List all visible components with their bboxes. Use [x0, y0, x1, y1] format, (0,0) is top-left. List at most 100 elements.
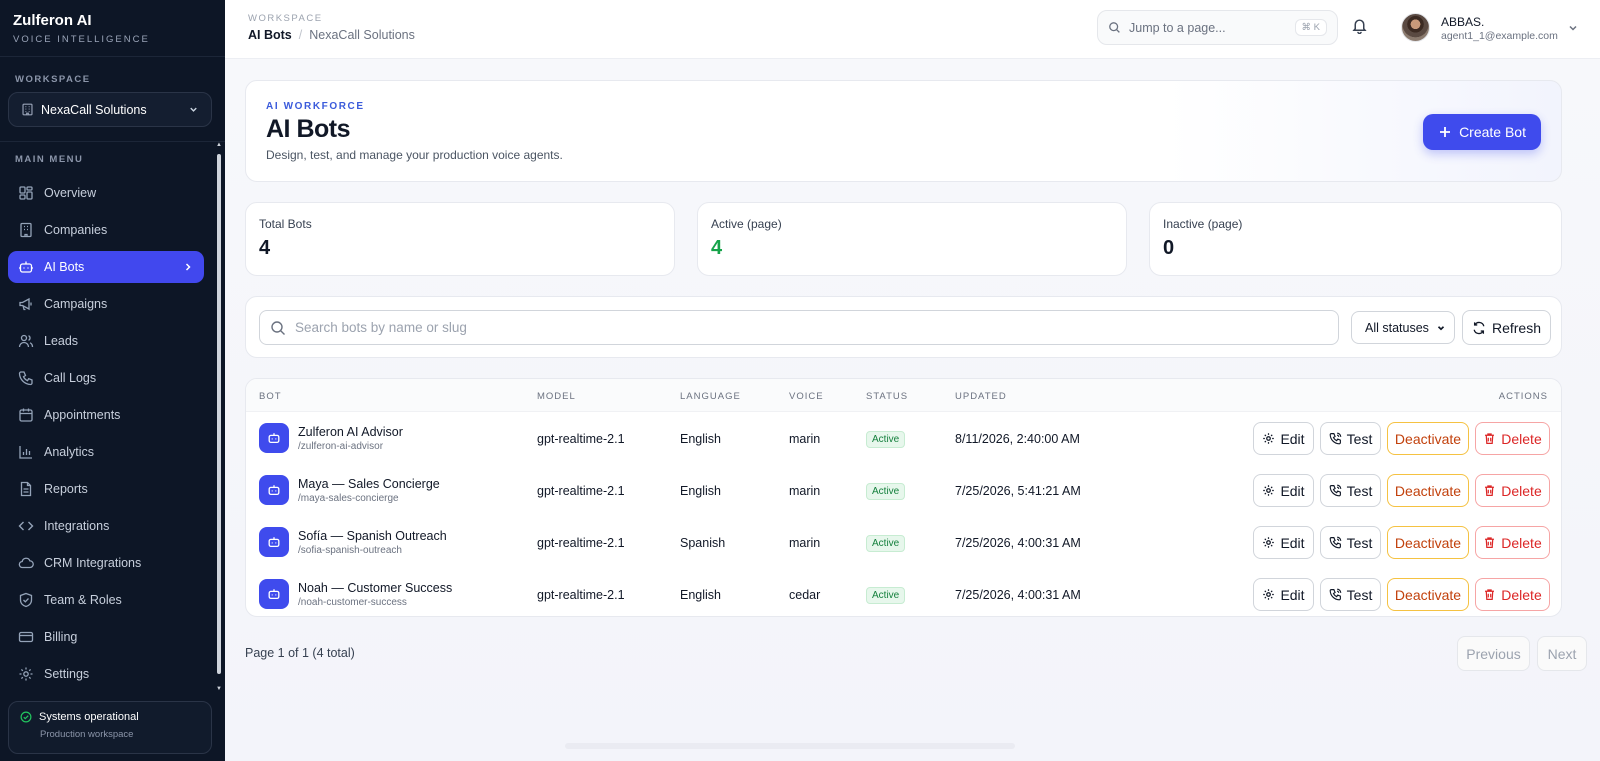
edit-label: Edit	[1280, 430, 1305, 447]
bot-name[interactable]: Zulferon AI Advisor	[298, 425, 403, 439]
notifications-button[interactable]	[1351, 17, 1368, 39]
bot-model: gpt-realtime-2.1	[537, 588, 625, 602]
bot-name[interactable]: Sofía — Spanish Outreach	[298, 529, 447, 543]
user-name[interactable]: ABBAS.	[1441, 15, 1484, 29]
edit-button[interactable]: Edit	[1253, 526, 1314, 559]
delete-label: Delete	[1501, 534, 1542, 551]
keyboard-shortcut: ⌘ K	[1294, 19, 1327, 36]
sidebar-item-overview[interactable]: Overview	[8, 177, 204, 209]
sidebar-item-appointments[interactable]: Appointments	[8, 399, 204, 431]
sidebar-item-integrations[interactable]: Integrations	[8, 510, 204, 542]
sidebar-item-label: Companies	[44, 223, 108, 237]
test-label: Test	[1346, 430, 1373, 447]
bot-name[interactable]: Noah — Customer Success	[298, 581, 452, 595]
edit-button[interactable]: Edit	[1253, 422, 1314, 455]
sidebar-item-team-roles[interactable]: Team & Roles	[8, 584, 204, 616]
sidebar-item-label: Billing	[44, 630, 78, 644]
jump-placeholder: Jump to a page...	[1129, 20, 1226, 35]
sidebar-item-campaigns[interactable]: Campaigns	[8, 288, 204, 320]
sidebar-item-analytics[interactable]: Analytics	[8, 436, 204, 468]
stat-label: Inactive (page)	[1163, 217, 1243, 231]
create-bot-button[interactable]: Create Bot	[1423, 114, 1541, 150]
delete-button[interactable]: Delete	[1475, 422, 1550, 455]
refresh-button[interactable]: Refresh	[1462, 310, 1551, 345]
sidebar-item-call-logs[interactable]: Call Logs	[8, 362, 204, 394]
code-icon	[18, 521, 34, 531]
table-row: Zulferon AI Advisor /zulferon-ai-advisor…	[246, 412, 1561, 464]
sidebar-item-settings[interactable]: Settings	[8, 658, 204, 690]
create-bot-label: Create Bot	[1459, 124, 1526, 140]
workspace-select[interactable]: NexaCall Solutions	[8, 92, 212, 127]
deactivate-label: Deactivate	[1394, 534, 1462, 551]
main-menu-label: MAIN MENU	[15, 154, 84, 165]
chevron-down-icon	[1437, 325, 1445, 330]
bot-avatar-icon	[259, 475, 289, 505]
sidebar-scrollbar[interactable]: ▲ ▼	[216, 142, 222, 692]
gear-icon	[1263, 485, 1275, 496]
sidebar-item-companies[interactable]: Companies	[8, 214, 204, 246]
delete-label: Delete	[1501, 586, 1542, 603]
column-header-model: MODEL	[537, 391, 576, 402]
sidebar: Zulferon AI VOICE INTELLIGENCE WORKSPACE…	[0, 0, 225, 761]
sidebar-item-reports[interactable]: Reports	[8, 473, 204, 505]
bot-avatar-icon	[259, 579, 289, 609]
sidebar-item-billing[interactable]: Billing	[8, 621, 204, 653]
phone-call-icon	[1329, 536, 1342, 549]
system-status: Systems operational	[20, 711, 200, 723]
sidebar-item-crm-integrations[interactable]: CRM Integrations	[8, 547, 204, 579]
bot-slug: /noah-customer-success	[298, 597, 407, 608]
deactivate-button[interactable]: Deactivate	[1387, 578, 1469, 611]
main-menu: Overview Companies AI Bots Campaigns Lea…	[8, 177, 204, 695]
test-button[interactable]: Test	[1320, 526, 1381, 559]
scroll-down-icon[interactable]: ▼	[216, 686, 222, 692]
bell-icon	[1352, 19, 1367, 35]
edit-button[interactable]: Edit	[1253, 578, 1314, 611]
status-badge: Active	[866, 535, 906, 552]
avatar[interactable]	[1401, 13, 1430, 42]
delete-button[interactable]: Delete	[1475, 526, 1550, 559]
deactivate-button[interactable]: Deactivate	[1387, 526, 1469, 559]
stat-card-total: Total Bots 4	[245, 202, 675, 276]
scrollbar-thumb[interactable]	[217, 154, 221, 674]
next-page-button[interactable]: Next	[1537, 636, 1587, 671]
credit-card-icon	[18, 631, 34, 643]
topbar: WORKSPACE AI Bots / NexaCall Solutions J…	[225, 0, 1600, 59]
stat-value: 4	[259, 237, 271, 259]
test-label: Test	[1346, 534, 1373, 551]
sidebar-item-label: Settings	[44, 667, 90, 681]
bot-voice: marin	[789, 536, 821, 550]
bot-search-input[interactable]: Search bots by name or slug	[259, 310, 1339, 345]
sidebar-item-label: Analytics	[44, 445, 95, 459]
bots-table: BOT MODEL LANGUAGE VOICE STATUS UPDATED …	[245, 378, 1562, 617]
sidebar-item-leads[interactable]: Leads	[8, 325, 204, 357]
page-header-card: AI WORKFORCE AI Bots Design, test, and m…	[245, 80, 1562, 182]
sidebar-item-label: Integrations	[44, 519, 110, 533]
scroll-up-icon[interactable]: ▲	[216, 142, 222, 148]
delete-label: Delete	[1501, 430, 1542, 447]
breadcrumb-current[interactable]: AI Bots	[248, 28, 292, 42]
breadcrumb-separator: /	[298, 28, 303, 42]
stat-card-inactive: Inactive (page) 0	[1149, 202, 1562, 276]
previous-page-button[interactable]: Previous	[1457, 636, 1530, 671]
bot-updated: 7/25/2026, 4:00:31 AM	[955, 588, 1081, 602]
chevron-down-icon[interactable]	[1567, 22, 1579, 34]
test-button[interactable]: Test	[1320, 422, 1381, 455]
sidebar-item-ai-bots[interactable]: AI Bots	[8, 251, 204, 283]
deactivate-button[interactable]: Deactivate	[1387, 474, 1469, 507]
delete-button[interactable]: Delete	[1475, 474, 1550, 507]
edit-button[interactable]: Edit	[1253, 474, 1314, 507]
workspace-label: WORKSPACE	[15, 74, 91, 85]
test-button[interactable]: Test	[1320, 474, 1381, 507]
jump-to-page-search[interactable]: Jump to a page... ⌘ K	[1097, 10, 1338, 45]
deactivate-button[interactable]: Deactivate	[1387, 422, 1469, 455]
column-header-actions: ACTIONS	[1498, 391, 1548, 402]
system-status-subtitle: Production workspace	[40, 729, 134, 740]
test-button[interactable]: Test	[1320, 578, 1381, 611]
breadcrumb-workspace[interactable]: NexaCall Solutions	[309, 28, 415, 42]
gear-icon	[1263, 433, 1275, 444]
bot-name[interactable]: Maya — Sales Concierge	[298, 477, 440, 491]
bar-chart-icon	[19, 446, 32, 459]
bot-model: gpt-realtime-2.1	[537, 484, 625, 498]
delete-button[interactable]: Delete	[1475, 578, 1550, 611]
status-filter-select[interactable]: All statuses	[1351, 311, 1455, 344]
